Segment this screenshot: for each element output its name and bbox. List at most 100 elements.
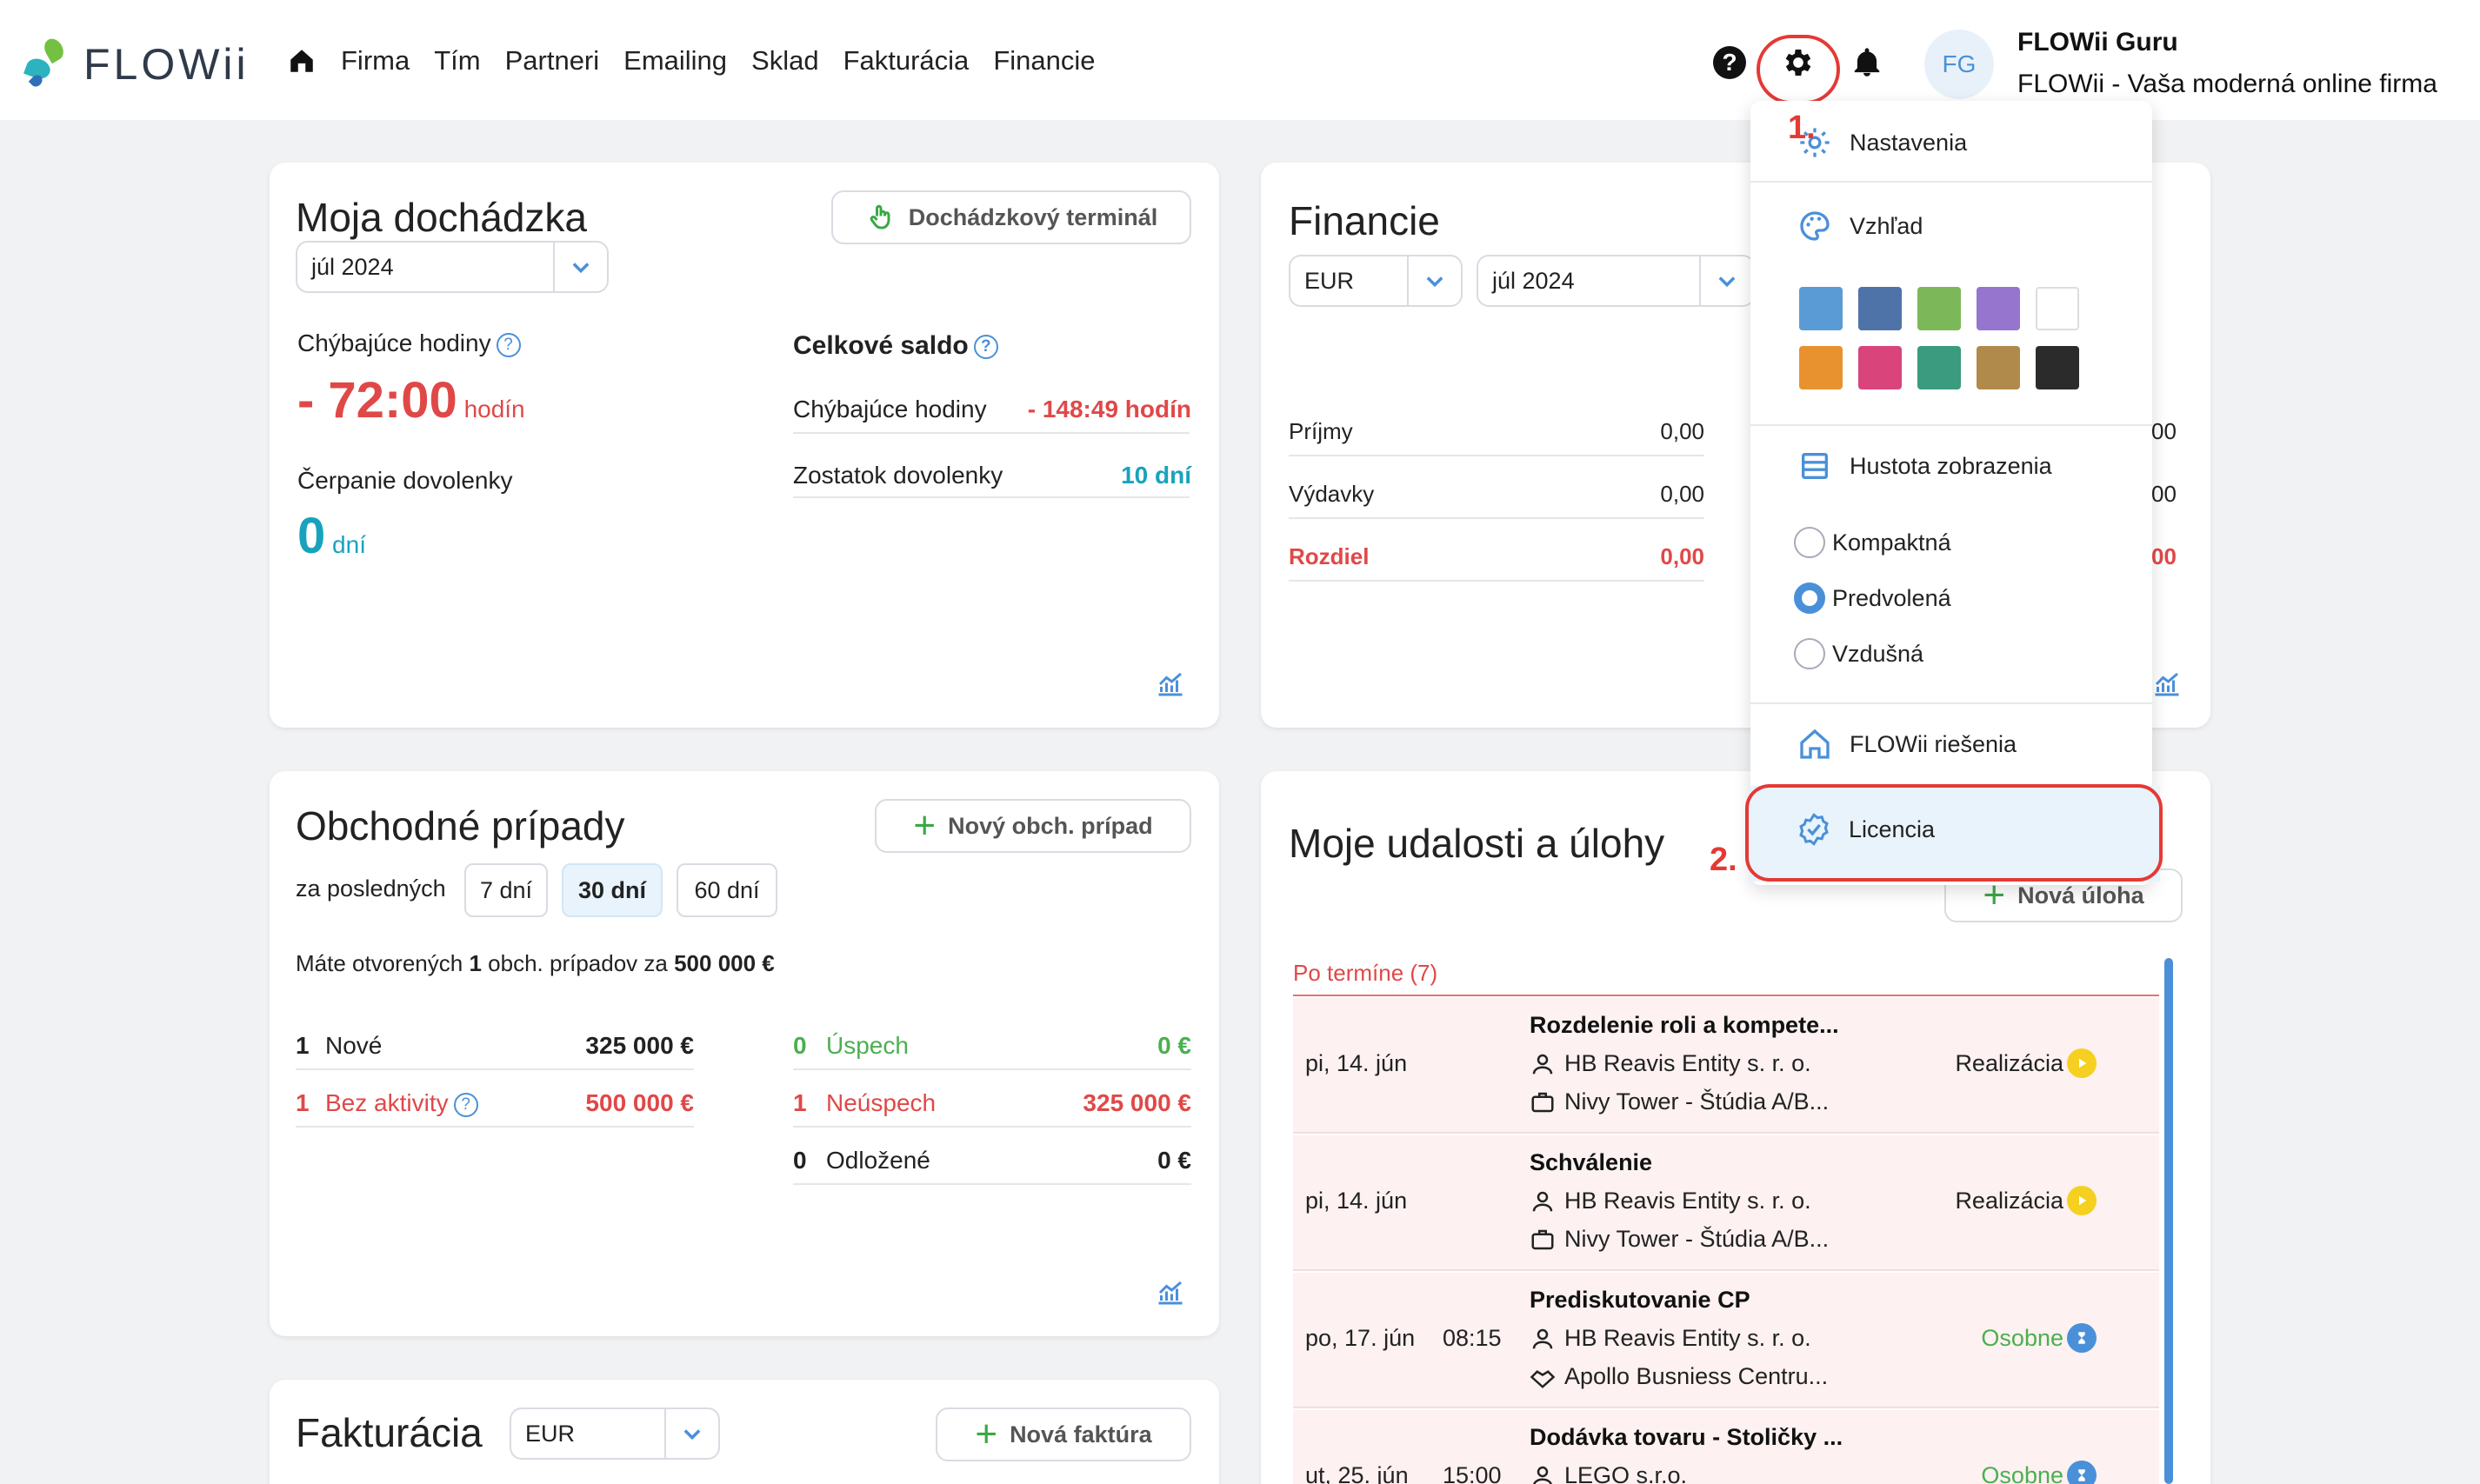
menu-item-appearance[interactable]: Vzhľad — [1797, 209, 1923, 243]
nav-item-tim[interactable]: Tím — [434, 45, 480, 77]
chevron-down-icon — [553, 243, 607, 291]
plus-icon: + — [913, 804, 937, 847]
person-icon — [1532, 1191, 1553, 1211]
menu-item-appearance-label: Vzhľad — [1850, 212, 1923, 239]
task-title: Rozdelenie roli a kompete... — [1530, 1012, 1839, 1038]
nav-item-emailing[interactable]: Emailing — [623, 45, 727, 77]
period-30-days[interactable]: 30 dní — [562, 863, 663, 917]
settings-gear-button[interactable] — [1757, 35, 1840, 104]
help-icon[interactable]: ? — [1713, 46, 1746, 79]
deals-summary: Máte otvorených 1 obch. prípadov za 500 … — [296, 950, 775, 976]
attendance-month-select[interactable]: júl 2024 — [296, 241, 609, 293]
chart-icon[interactable] — [1153, 669, 1188, 700]
invoicing-title: Fakturácia — [296, 1410, 483, 1455]
finance-currency-select[interactable]: EUR — [1289, 255, 1463, 307]
nav-item-financie[interactable]: Financie — [993, 45, 1095, 77]
color-swatch-green[interactable] — [1917, 287, 1961, 330]
new-deal-button[interactable]: + Nový obch. prípad — [875, 799, 1191, 853]
color-swatch-orange[interactable] — [1799, 346, 1843, 389]
total-missing-value: - 148:49 hodín — [1027, 396, 1191, 423]
user-company: FLOWii - Vaša moderná online firma — [2017, 70, 2437, 98]
new-invoice-button[interactable]: + Nová faktúra — [936, 1407, 1191, 1461]
menu-item-settings[interactable]: Nastavenia — [1797, 125, 1967, 160]
menu-item-density-label: Hustota zobrazenia — [1850, 452, 2052, 479]
avatar[interactable]: FG — [1924, 30, 1994, 99]
help-circle-icon[interactable]: ? — [496, 332, 521, 357]
radio-default[interactable] — [1794, 582, 1825, 614]
attendance-title: Moja dochádzka — [296, 195, 587, 240]
density-option-default[interactable]: Predvolená — [1794, 582, 1951, 614]
color-swatch-blue[interactable] — [1799, 287, 1843, 330]
divider — [793, 1126, 1191, 1128]
task-company: LEGO s.r.o. — [1564, 1462, 1688, 1484]
divider — [296, 1068, 694, 1070]
deals-fail-amount: 325 000 € — [1083, 1089, 1191, 1116]
total-balance-title: Celkové saldo? — [793, 331, 998, 361]
color-swatch-pink[interactable] — [1858, 346, 1902, 389]
divider — [1289, 580, 1704, 582]
attendance-terminal-button[interactable]: Dochádzkový terminál — [831, 190, 1191, 244]
period-60-days[interactable]: 60 dní — [677, 863, 777, 917]
deals-new-label[interactable]: Nové — [325, 1032, 382, 1060]
invoicing-card: Fakturácia EUR + Nová faktúra — [270, 1380, 1219, 1484]
handshake-icon — [1530, 1369, 1556, 1388]
divider — [296, 1126, 694, 1128]
color-swatch-purple[interactable] — [1977, 287, 2020, 330]
color-swatch-brown[interactable] — [1977, 346, 2020, 389]
task-status: Realizácia — [1955, 1050, 2063, 1076]
home-icon[interactable] — [287, 46, 317, 76]
task-row[interactable]: po, 17. jún 08:15 Prediskutovanie CP HB … — [1293, 1273, 2159, 1408]
chart-icon[interactable] — [1153, 1277, 1188, 1308]
deals-postponed-label[interactable]: Odložené — [826, 1147, 930, 1175]
bell-icon[interactable] — [1850, 46, 1883, 79]
nav-item-sklad[interactable]: Sklad — [751, 45, 819, 77]
task-date: ut, 25. jún — [1305, 1462, 1409, 1484]
overdue-header[interactable]: Po termíne (7) — [1293, 960, 1437, 987]
flowii-logo[interactable]: FLOWii — [23, 35, 250, 90]
chart-icon[interactable] — [2150, 669, 2184, 700]
task-status: Osobne — [1981, 1462, 2063, 1484]
task-row[interactable]: ut, 25. jún 15:00 Dodávka tovaru - Stoli… — [1293, 1410, 2159, 1484]
finance-month-value: júl 2024 — [1492, 267, 1575, 294]
task-title: Dodávka tovaru - Stoličky ... — [1530, 1424, 1843, 1450]
hourglass-icon — [2067, 1323, 2097, 1353]
person-icon — [1532, 1054, 1553, 1074]
user-name[interactable]: FLOWii Guru — [2017, 28, 2178, 57]
play-status-icon — [2067, 1048, 2097, 1078]
density-option-compact[interactable]: Kompaktná — [1794, 527, 1951, 558]
chevron-down-icon — [1407, 256, 1461, 305]
play-status-icon — [2067, 1186, 2097, 1215]
nav-item-firma[interactable]: Firma — [341, 45, 410, 77]
menu-item-solutions[interactable]: FLOWii riešenia — [1797, 727, 2017, 762]
nav-item-fakturacia[interactable]: Fakturácia — [843, 45, 970, 77]
settings-dropdown: Nastavenia Vzhľad Hustota zobrazenia Kom… — [1750, 101, 2152, 885]
divider — [793, 1068, 1191, 1070]
deals-inactive-amount: 500 000 € — [585, 1089, 694, 1116]
annotation-step-1: 1. — [1788, 110, 1816, 146]
period-7-days[interactable]: 7 dní — [464, 863, 548, 917]
deals-fail-label[interactable]: Neúspech — [826, 1089, 936, 1117]
chevron-down-icon — [664, 1409, 718, 1458]
help-circle-icon[interactable]: ? — [973, 335, 998, 360]
help-circle-icon[interactable]: ? — [453, 1092, 478, 1117]
invoicing-currency-select[interactable]: EUR — [510, 1407, 720, 1460]
radio-airy[interactable] — [1794, 638, 1825, 669]
task-row[interactable]: pi, 14. jún Rozdelenie roli a kompete...… — [1293, 998, 2159, 1134]
density-option-airy[interactable]: Vzdušná — [1794, 638, 1923, 669]
annotation-step-2: 2. — [1710, 842, 1737, 878]
finance-diff-right-value: 00 — [2151, 543, 2177, 569]
tasks-title: Moje udalosti a úlohy — [1289, 821, 1665, 866]
color-swatch-navy[interactable] — [1858, 287, 1902, 330]
radio-compact[interactable] — [1794, 527, 1825, 558]
finance-income-right-value: 00 — [2151, 418, 2177, 444]
deals-success-label[interactable]: Úspech — [826, 1032, 909, 1060]
new-deal-label: Nový obch. prípad — [948, 812, 1153, 839]
finance-month-select[interactable]: júl 2024 — [1477, 255, 1755, 307]
nav-item-partneri[interactable]: Partneri — [505, 45, 600, 77]
tasks-scrollbar[interactable] — [2164, 958, 2173, 1484]
color-swatch-white[interactable] — [2036, 287, 2079, 330]
color-swatch-teal[interactable] — [1917, 346, 1961, 389]
color-swatch-black[interactable] — [2036, 346, 2079, 389]
deals-inactive-label[interactable]: Bez aktivity? — [325, 1089, 478, 1117]
task-row[interactable]: pi, 14. jún Schválenie HB Reavis Entity … — [1293, 1135, 2159, 1271]
